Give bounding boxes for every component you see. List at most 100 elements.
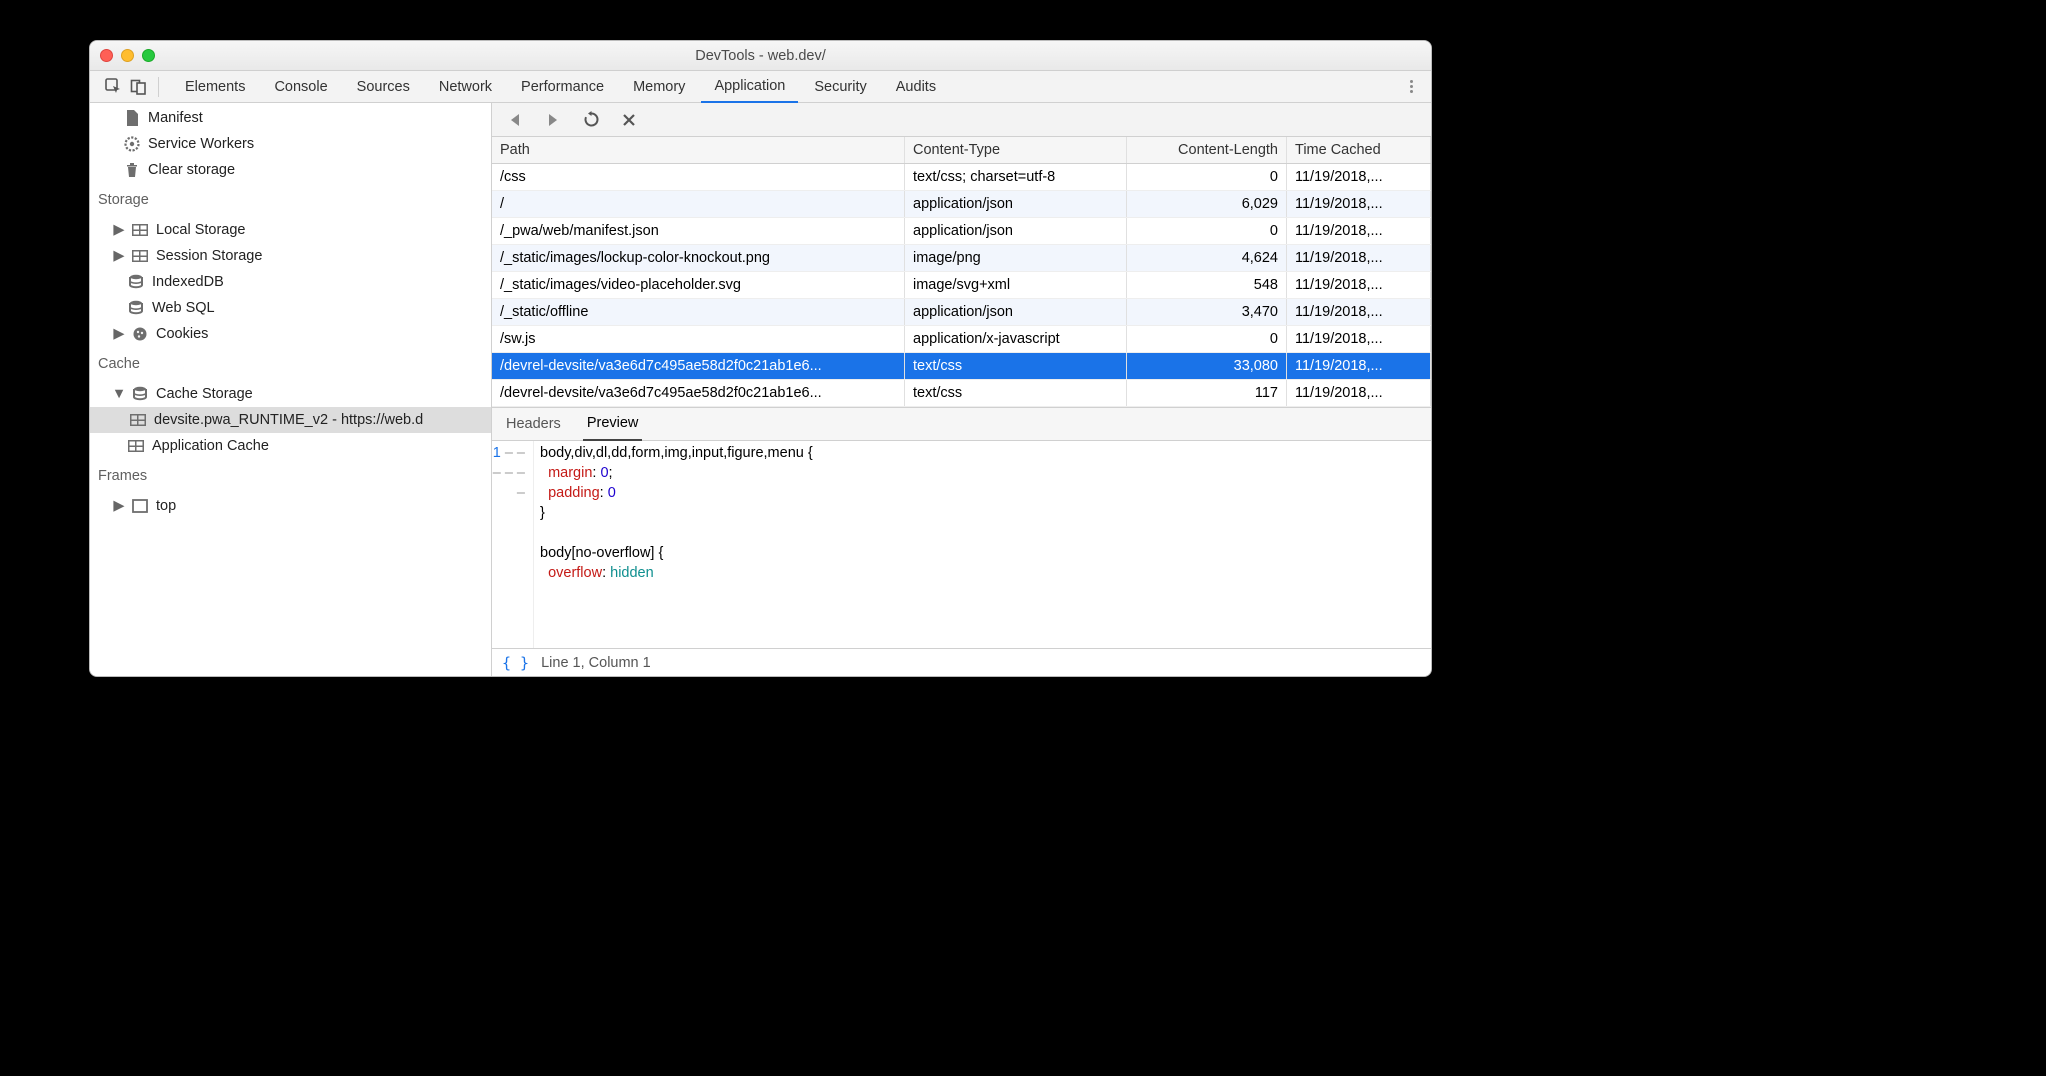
pretty-print-icon[interactable]: { } bbox=[502, 654, 529, 672]
cell-cl: 3,470 bbox=[1127, 299, 1287, 325]
nav-back-icon[interactable] bbox=[506, 111, 524, 129]
tab-network[interactable]: Network bbox=[426, 71, 505, 103]
code-gutter: 1 – – – – – – bbox=[492, 441, 534, 648]
tab-application[interactable]: Application bbox=[701, 71, 798, 103]
tab-sources[interactable]: Sources bbox=[344, 71, 423, 103]
code-content[interactable]: body,div,dl,dd,form,img,input,figure,men… bbox=[534, 441, 1431, 648]
table-row[interactable]: /sw.jsapplication/x-javascript011/19/201… bbox=[492, 326, 1431, 353]
cell-path: /_static/images/video-placeholder.svg bbox=[492, 272, 905, 298]
cell-cl: 33,080 bbox=[1127, 353, 1287, 379]
titlebar: DevTools - web.dev/ bbox=[90, 41, 1431, 71]
sidebar-header-cache: Cache bbox=[90, 349, 491, 379]
device-toggle-icon[interactable] bbox=[127, 76, 149, 98]
sidebar-item-clear-storage[interactable]: Clear storage bbox=[90, 157, 491, 183]
sidebar-item-websql[interactable]: Web SQL bbox=[90, 295, 491, 321]
sidebar-item-service-workers[interactable]: Service Workers bbox=[90, 131, 491, 157]
window-title: DevTools - web.dev/ bbox=[90, 48, 1431, 64]
sidebar-item-application-cache[interactable]: Application Cache bbox=[90, 433, 491, 459]
tab-performance[interactable]: Performance bbox=[508, 71, 617, 103]
cell-path: /sw.js bbox=[492, 326, 905, 352]
document-icon bbox=[124, 110, 140, 126]
sidebar-item-indexeddb[interactable]: IndexedDB bbox=[90, 269, 491, 295]
detail-tab-preview[interactable]: Preview bbox=[583, 407, 643, 441]
table-row[interactable]: /_static/images/video-placeholder.svgima… bbox=[492, 272, 1431, 299]
tab-elements[interactable]: Elements bbox=[172, 71, 258, 103]
sidebar-item-local-storage[interactable]: ▶ Local Storage bbox=[90, 217, 491, 243]
cell-cl: 548 bbox=[1127, 272, 1287, 298]
devtools-window: DevTools - web.dev/ Elements Console Sou… bbox=[89, 40, 1432, 677]
table-row[interactable]: /_static/offlineapplication/json3,47011/… bbox=[492, 299, 1431, 326]
table-row[interactable]: /_static/images/lockup-color-knockout.pn… bbox=[492, 245, 1431, 272]
tab-console[interactable]: Console bbox=[261, 71, 340, 103]
frame-icon bbox=[132, 498, 148, 514]
table-header: Path Content-Type Content-Length Time Ca… bbox=[492, 137, 1431, 164]
cell-tc: 11/19/2018,... bbox=[1287, 191, 1431, 217]
database-icon bbox=[128, 274, 144, 290]
sidebar-label: devsite.pwa_RUNTIME_v2 - https://web.d bbox=[154, 412, 423, 428]
detail-tab-headers[interactable]: Headers bbox=[502, 407, 565, 441]
table-row[interactable]: /_pwa/web/manifest.jsonapplication/json0… bbox=[492, 218, 1431, 245]
cell-ct: application/json bbox=[905, 191, 1127, 217]
cache-table: Path Content-Type Content-Length Time Ca… bbox=[492, 137, 1431, 407]
cell-tc: 11/19/2018,... bbox=[1287, 299, 1431, 325]
cell-path: /devrel-devsite/va3e6d7c495ae58d2f0c21ab… bbox=[492, 380, 905, 406]
sidebar-label: Service Workers bbox=[148, 136, 254, 152]
cookie-icon bbox=[132, 326, 148, 342]
status-bar: { } Line 1, Column 1 bbox=[492, 648, 1431, 676]
sidebar-item-cache-storage[interactable]: ▼ Cache Storage bbox=[90, 381, 491, 407]
table-row[interactable]: /csstext/css; charset=utf-8011/19/2018,.… bbox=[492, 164, 1431, 191]
sidebar-header-frames: Frames bbox=[90, 461, 491, 491]
sidebar-label: IndexedDB bbox=[152, 274, 224, 290]
sidebar-label: top bbox=[156, 498, 176, 514]
chevron-down-icon: ▼ bbox=[114, 389, 124, 399]
cell-cl: 0 bbox=[1127, 218, 1287, 244]
nav-forward-icon[interactable] bbox=[544, 111, 562, 129]
chevron-right-icon: ▶ bbox=[114, 225, 124, 235]
column-path[interactable]: Path bbox=[492, 137, 905, 163]
tab-memory[interactable]: Memory bbox=[620, 71, 698, 103]
cell-ct: image/png bbox=[905, 245, 1127, 271]
sidebar-item-cookies[interactable]: ▶ Cookies bbox=[90, 321, 491, 347]
cell-ct: text/css; charset=utf-8 bbox=[905, 164, 1127, 190]
cell-tc: 11/19/2018,... bbox=[1287, 272, 1431, 298]
cache-main-panel: Path Content-Type Content-Length Time Ca… bbox=[492, 103, 1431, 676]
refresh-icon[interactable] bbox=[582, 111, 600, 129]
cursor-position: Line 1, Column 1 bbox=[541, 655, 651, 671]
cache-toolbar bbox=[492, 103, 1431, 137]
cell-cl: 6,029 bbox=[1127, 191, 1287, 217]
database-icon bbox=[128, 300, 144, 316]
tab-security[interactable]: Security bbox=[801, 71, 879, 103]
detail-tabs: Headers Preview bbox=[492, 407, 1431, 441]
delete-icon[interactable] bbox=[620, 111, 638, 129]
cell-path: /css bbox=[492, 164, 905, 190]
gear-icon bbox=[124, 136, 140, 152]
tab-audits[interactable]: Audits bbox=[883, 71, 949, 103]
sidebar-item-session-storage[interactable]: ▶ Session Storage bbox=[90, 243, 491, 269]
column-time-cached[interactable]: Time Cached bbox=[1287, 137, 1431, 163]
cell-tc: 11/19/2018,... bbox=[1287, 326, 1431, 352]
table-icon bbox=[132, 222, 148, 238]
more-options-icon[interactable] bbox=[1404, 78, 1419, 95]
inspect-element-icon[interactable] bbox=[102, 76, 124, 98]
table-row[interactable]: /devrel-devsite/va3e6d7c495ae58d2f0c21ab… bbox=[492, 353, 1431, 380]
sidebar-label: Application Cache bbox=[152, 438, 269, 454]
database-icon bbox=[132, 386, 148, 402]
table-icon bbox=[132, 248, 148, 264]
cell-tc: 11/19/2018,... bbox=[1287, 245, 1431, 271]
cell-path: /_static/offline bbox=[492, 299, 905, 325]
sidebar-item-frames-top[interactable]: ▶ top bbox=[90, 493, 491, 519]
chevron-right-icon: ▶ bbox=[114, 329, 124, 339]
column-content-length[interactable]: Content-Length bbox=[1127, 137, 1287, 163]
chevron-right-icon: ▶ bbox=[114, 251, 124, 261]
table-row[interactable]: /devrel-devsite/va3e6d7c495ae58d2f0c21ab… bbox=[492, 380, 1431, 407]
cell-cl: 117 bbox=[1127, 380, 1287, 406]
cell-cl: 0 bbox=[1127, 326, 1287, 352]
application-sidebar: Manifest Service Workers Clear storage S… bbox=[90, 103, 492, 676]
sidebar-item-manifest[interactable]: Manifest bbox=[90, 105, 491, 131]
sidebar-item-cache-entry[interactable]: devsite.pwa_RUNTIME_v2 - https://web.d bbox=[90, 407, 491, 433]
table-row[interactable]: /application/json6,02911/19/2018,... bbox=[492, 191, 1431, 218]
table-body: /csstext/css; charset=utf-8011/19/2018,.… bbox=[492, 164, 1431, 407]
cell-ct: image/svg+xml bbox=[905, 272, 1127, 298]
column-content-type[interactable]: Content-Type bbox=[905, 137, 1127, 163]
table-icon bbox=[130, 412, 146, 428]
